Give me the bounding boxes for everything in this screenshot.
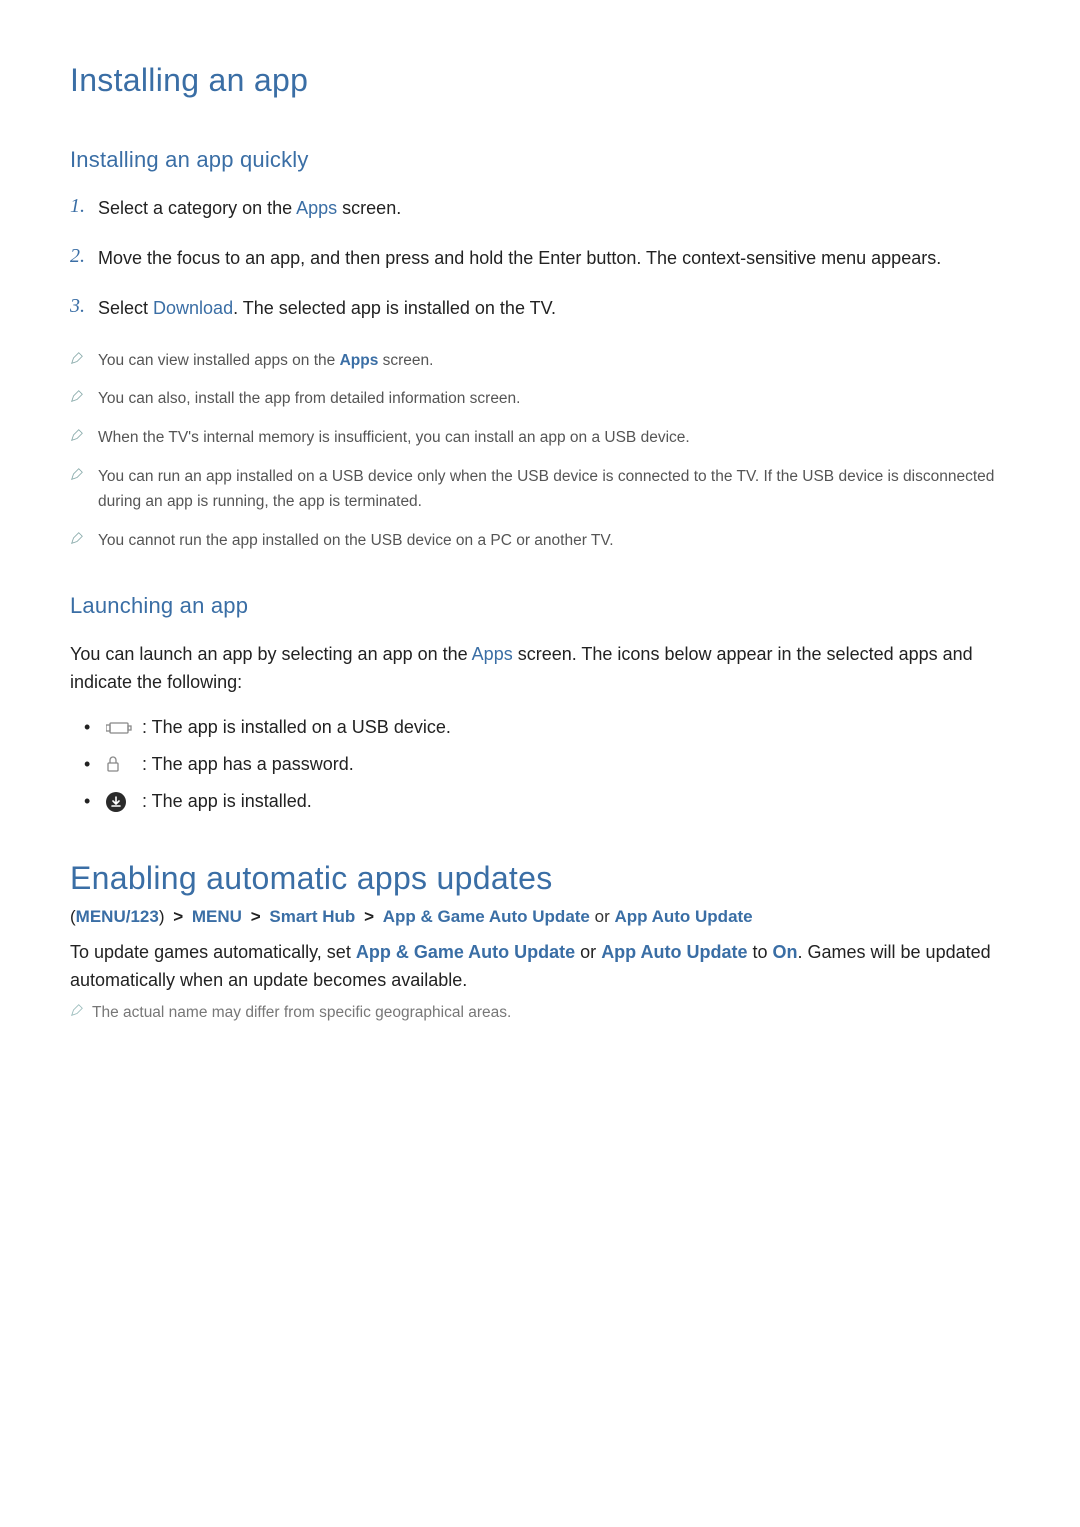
text-fragment: Select a category on the (98, 198, 296, 218)
step-text: Select Download. The selected app is ins… (98, 295, 556, 323)
step-text: Move the focus to an app, and then press… (98, 245, 941, 273)
footnote: The actual name may differ from specific… (70, 1001, 1010, 1026)
step-item: 2. Move the focus to an app, and then pr… (70, 245, 1010, 273)
text-fragment: You can view installed apps on the (98, 352, 340, 369)
note-text: You can view installed apps on the Apps … (98, 349, 433, 374)
crumb-appauto[interactable]: App Auto Update (614, 907, 752, 926)
text-fragment: to (748, 942, 773, 962)
bullet-text: : The app is installed. (142, 791, 312, 812)
pen-icon (70, 349, 98, 370)
text-fragment: screen. (378, 352, 433, 369)
text-fragment: Select (98, 298, 153, 318)
step-number: 1. (70, 195, 98, 218)
note-text: You can also, install the app from detai… (98, 387, 520, 412)
pen-icon (70, 465, 98, 486)
note-item: You can also, install the app from detai… (70, 387, 1010, 412)
section-title-updates: Enabling automatic apps updates (70, 860, 1010, 897)
text-fragment: To update games automatically, set (70, 942, 356, 962)
crumb-menu[interactable]: MENU (192, 907, 242, 926)
footnote-text: The actual name may differ from specific… (92, 1001, 511, 1026)
page-title: Installing an app (70, 62, 1010, 99)
launching-intro: You can launch an app by selecting an ap… (70, 641, 1010, 697)
note-item: You cannot run the app installed on the … (70, 529, 1010, 554)
pen-icon (70, 387, 98, 408)
step-number: 3. (70, 295, 98, 318)
crumb-smarthub[interactable]: Smart Hub (269, 907, 355, 926)
bullet-text: : The app is installed on a USB device. (142, 717, 451, 738)
apps-link[interactable]: Apps (296, 198, 337, 218)
subheading-install-quick: Installing an app quickly (70, 147, 1010, 173)
updates-body: To update games automatically, set App &… (70, 939, 1010, 995)
download-icon (106, 792, 142, 812)
icon-bullets: : The app is installed on a USB device. … (70, 717, 1010, 812)
apps-link[interactable]: Apps (472, 644, 513, 664)
note-item: You can view installed apps on the Apps … (70, 349, 1010, 374)
apps-link[interactable]: Apps (340, 352, 379, 369)
note-item: You can run an app installed on a USB de… (70, 465, 1010, 515)
pen-icon (70, 1001, 92, 1022)
pen-icon (70, 426, 98, 447)
appgame-link[interactable]: App & Game Auto Update (356, 942, 575, 962)
text-fragment: You can launch an app by selecting an ap… (70, 644, 472, 664)
text-fragment: screen. (337, 198, 401, 218)
step-number: 2. (70, 245, 98, 268)
appauto-link[interactable]: App Auto Update (601, 942, 747, 962)
text-fragment: . The selected app is installed on the T… (233, 298, 556, 318)
text-fragment: or (575, 942, 601, 962)
step-item: 3. Select Download. The selected app is … (70, 295, 1010, 323)
list-item: : The app has a password. (106, 754, 1010, 775)
chevron-right-icon: > (364, 907, 374, 926)
lock-icon (106, 756, 142, 773)
on-link[interactable]: On (773, 942, 798, 962)
download-link[interactable]: Download (153, 298, 233, 318)
step-text: Select a category on the Apps screen. (98, 195, 401, 223)
crumb-menu123[interactable]: MENU/123 (76, 907, 159, 926)
note-text: You can run an app installed on a USB de… (98, 465, 1010, 515)
subheading-launching: Launching an app (70, 593, 1010, 619)
steps-list: 1. Select a category on the Apps screen.… (70, 195, 1010, 323)
pen-icon (70, 529, 98, 550)
text-fragment: or (590, 907, 615, 926)
list-item: : The app is installed on a USB device. (106, 717, 1010, 738)
step-item: 1. Select a category on the Apps screen. (70, 195, 1010, 223)
breadcrumb: (MENU/123) > MENU > Smart Hub > App & Ga… (70, 907, 1010, 927)
notes-list: You can view installed apps on the Apps … (70, 349, 1010, 554)
usb-icon (106, 720, 142, 736)
note-text: You cannot run the app installed on the … (98, 529, 614, 554)
paren: ) (159, 907, 165, 926)
note-text: When the TV's internal memory is insuffi… (98, 426, 690, 451)
bullet-text: : The app has a password. (142, 754, 354, 775)
chevron-right-icon: > (251, 907, 261, 926)
chevron-right-icon: > (173, 907, 183, 926)
list-item: : The app is installed. (106, 791, 1010, 812)
note-item: When the TV's internal memory is insuffi… (70, 426, 1010, 451)
crumb-appgame[interactable]: App & Game Auto Update (383, 907, 590, 926)
